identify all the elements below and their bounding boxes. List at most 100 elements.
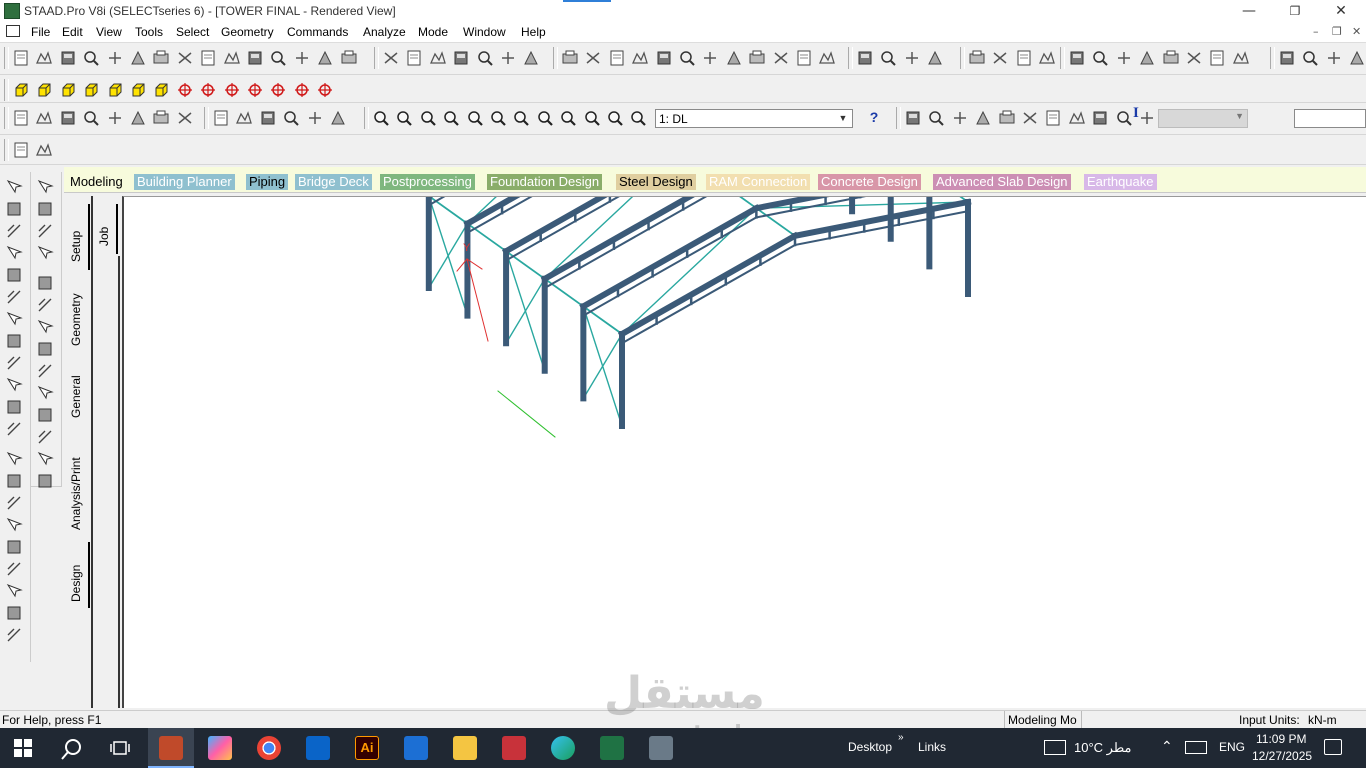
tab-setup[interactable]: Setup: [66, 204, 90, 270]
tab-geometry[interactable]: Geometry: [66, 276, 88, 350]
pan-icon[interactable]: [36, 222, 54, 240]
print-icon[interactable]: [106, 109, 124, 127]
grid-icon[interactable]: [382, 49, 400, 67]
rotate-entity-icon[interactable]: [5, 472, 23, 490]
solid-icon[interactable]: [476, 49, 494, 67]
label-icon[interactable]: [5, 560, 23, 578]
paste-icon[interactable]: [176, 81, 194, 99]
plate-icon[interactable]: [5, 332, 23, 350]
redo-icon[interactable]: [223, 81, 241, 99]
translate-icon[interactable]: [36, 428, 54, 446]
save-as-icon[interactable]: [82, 81, 100, 99]
save-icon[interactable]: [59, 81, 77, 99]
print-icon[interactable]: [106, 81, 124, 99]
toolbar-grip[interactable]: [553, 47, 558, 69]
structure-icon[interactable]: [904, 109, 922, 127]
copilot-icon[interactable]: [208, 736, 232, 760]
snap-icon[interactable]: [36, 384, 54, 402]
paste-icon[interactable]: [1185, 49, 1203, 67]
rafter[interactable]: [463, 197, 640, 228]
save-icon[interactable]: [59, 109, 77, 127]
beam-icon[interactable]: [429, 49, 447, 67]
select-icon[interactable]: [269, 49, 287, 67]
cut-icon[interactable]: [129, 109, 147, 127]
etabs-icon[interactable]: [502, 736, 526, 760]
z-axis-line[interactable]: [497, 390, 556, 438]
grid-icon[interactable]: [395, 109, 413, 127]
clock-time[interactable]: 11:09 PM: [1256, 732, 1306, 746]
new-file-icon[interactable]: [12, 109, 30, 127]
outlook-icon[interactable]: [306, 736, 330, 760]
beam-icon[interactable]: [36, 318, 54, 336]
edge-icon[interactable]: [551, 736, 575, 760]
plate-icon[interactable]: [36, 340, 54, 358]
report-icon[interactable]: [1091, 109, 1109, 127]
zoom-icon[interactable]: [36, 200, 54, 218]
solid-icon[interactable]: [36, 362, 54, 380]
pan-icon[interactable]: [5, 222, 23, 240]
task-view-icon[interactable]: [110, 739, 130, 757]
menu-geometry[interactable]: Geometry: [221, 25, 274, 39]
new-file-icon[interactable]: [12, 141, 30, 159]
cut-icon[interactable]: [1138, 49, 1156, 67]
label-icon[interactable]: [701, 49, 719, 67]
open-file-icon[interactable]: [35, 141, 53, 159]
menu-help[interactable]: Help: [521, 25, 546, 39]
eave-beam[interactable]: [466, 222, 508, 253]
help-icon[interactable]: [5, 494, 23, 512]
tab-bridge-deck[interactable]: Bridge Deck: [295, 174, 372, 190]
print-icon[interactable]: [1115, 49, 1133, 67]
taskbar-staad-active[interactable]: [148, 728, 194, 768]
toolbar-grip[interactable]: [1060, 47, 1065, 69]
minimize-icon[interactable]: —: [1226, 0, 1272, 22]
notification-icon[interactable]: [1324, 739, 1342, 755]
language-indicator[interactable]: ENG: [1219, 740, 1245, 754]
structure-icon[interactable]: [5, 516, 23, 534]
select-icon[interactable]: [36, 178, 54, 196]
help-icon[interactable]: ?: [866, 109, 882, 127]
property-icon[interactable]: [5, 582, 23, 600]
save-as-icon[interactable]: [82, 49, 100, 67]
redo-icon[interactable]: [1232, 49, 1250, 67]
load-case-select[interactable]: 1: DL ▼: [655, 109, 853, 128]
zoom-icon[interactable]: [293, 81, 311, 99]
paste-icon[interactable]: [176, 109, 194, 127]
rafter[interactable]: [791, 198, 972, 240]
report-icon[interactable]: [856, 49, 874, 67]
search-icon[interactable]: [60, 737, 84, 761]
structure-3d-model[interactable]: Y: [124, 197, 1366, 707]
beam-icon[interactable]: I: [1133, 105, 1147, 123]
menu-edit[interactable]: Edit: [62, 25, 83, 39]
menu-file[interactable]: File: [31, 25, 50, 39]
dimension-icon[interactable]: [5, 398, 23, 416]
mdi-minimize-icon[interactable]: –: [1313, 25, 1319, 38]
menu-window[interactable]: Window: [463, 25, 506, 39]
snap-icon[interactable]: [499, 49, 517, 67]
rotate-entity-icon[interactable]: [606, 109, 624, 127]
copy-icon[interactable]: [152, 109, 170, 127]
cut-icon[interactable]: [129, 49, 147, 67]
mirror-icon[interactable]: [583, 109, 601, 127]
tab-analysis-print[interactable]: Analysis/Print: [66, 440, 88, 536]
chrome-icon[interactable]: [257, 736, 281, 760]
rendered-view[interactable]: Y: [122, 196, 1366, 708]
beam-icon[interactable]: [5, 310, 23, 328]
dimension-icon[interactable]: [36, 406, 54, 424]
rotate-entity-icon[interactable]: [608, 49, 626, 67]
staad-app-icon[interactable]: [4, 3, 20, 19]
beam-icon[interactable]: [442, 109, 460, 127]
view-icon[interactable]: [903, 49, 921, 67]
rotate-entity-icon[interactable]: [36, 472, 54, 490]
toolbar-grip[interactable]: [896, 107, 901, 129]
pan-icon[interactable]: [1348, 49, 1366, 67]
node-icon[interactable]: [36, 296, 54, 314]
copy-icon[interactable]: [152, 81, 170, 99]
zoom-icon[interactable]: [306, 109, 324, 127]
truss-bottom-chord[interactable]: [581, 216, 758, 317]
undo-icon[interactable]: [1208, 49, 1226, 67]
select-icon[interactable]: [269, 81, 287, 99]
grid-icon[interactable]: [5, 266, 23, 284]
table-icon[interactable]: [5, 538, 23, 556]
menu-tools[interactable]: Tools: [135, 25, 163, 39]
tab-modeling[interactable]: Modeling: [67, 174, 126, 190]
